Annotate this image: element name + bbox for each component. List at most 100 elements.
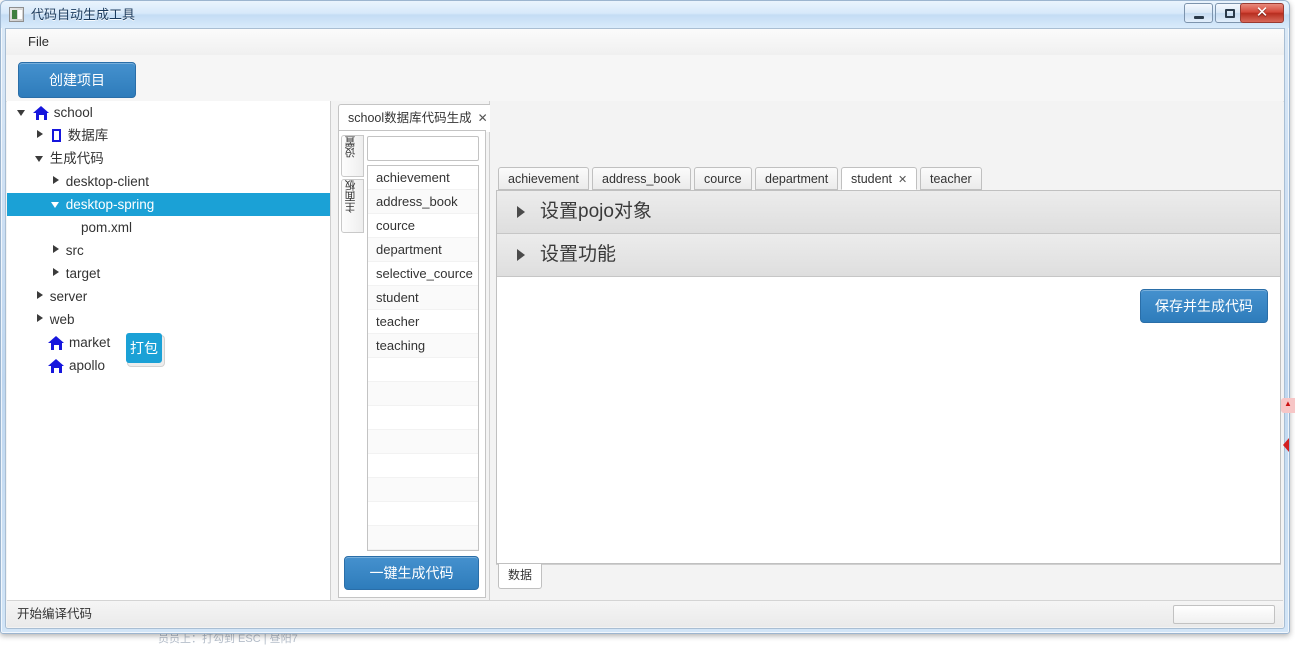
tree-item-生成代码[interactable]: 生成代码 [7, 147, 330, 170]
tree-item-server[interactable]: server [7, 285, 330, 308]
tree-item-apollo[interactable]: apollo [7, 354, 330, 377]
entity-settings-area: 设置pojo对象 设置功能 保存并生成代码 [496, 190, 1281, 564]
chevron-down-icon[interactable] [51, 199, 62, 210]
tree-item-label: school [53, 105, 93, 120]
tree-item-desktop-client[interactable]: desktop-client [7, 170, 330, 193]
create-project-button[interactable]: 创建项目 [18, 62, 136, 98]
floating-widget-arrow-icon [1283, 438, 1289, 452]
list-item[interactable]: achievement [368, 166, 478, 190]
window-title: 代码自动生成工具 [31, 7, 136, 22]
tree-item-数据库[interactable]: 数据库 [7, 124, 330, 147]
chevron-right-icon [515, 206, 528, 219]
tree-item-label: src [65, 243, 84, 258]
tab-close-icon[interactable]: ✕ [478, 105, 488, 131]
tree-item-market[interactable]: market [7, 331, 330, 354]
tab-cource[interactable]: cource [694, 167, 752, 190]
list-item[interactable]: department [368, 238, 478, 262]
tree-item-label: web [49, 312, 75, 327]
tree-item-desktop-spring[interactable]: desktop-spring [7, 193, 330, 216]
menu-item-file[interactable]: File [20, 33, 57, 51]
window-client-area: File 创建项目 school 数据库 生成代码 desktop-client… [5, 28, 1285, 629]
chevron-right-icon[interactable] [51, 245, 62, 256]
floating-widget-bubble: ▲ [1281, 398, 1295, 413]
minimize-icon [1185, 4, 1212, 22]
list-item[interactable]: student [368, 286, 478, 310]
vertical-tab-settings-label: 设置 [345, 136, 357, 158]
entity-actions-area: 保存并生成代码 [497, 277, 1280, 339]
list-item-empty [368, 502, 478, 526]
accordion-function-settings[interactable]: 设置功能 [497, 234, 1280, 277]
tab-department[interactable]: department [755, 167, 839, 190]
list-item-empty [368, 406, 478, 430]
chevron-right-icon[interactable] [51, 268, 62, 279]
save-and-generate-button[interactable]: 保存并生成代码 [1140, 289, 1268, 323]
title-bar: 代码自动生成工具 ✕ [1, 1, 1289, 28]
tree-item-school[interactable]: school [7, 101, 330, 124]
entity-tabstrip: achievement address_book cource department s… [496, 167, 1283, 191]
tab-label: teacher [930, 172, 972, 186]
tab-close-icon[interactable]: ✕ [898, 169, 907, 191]
tab-address_book[interactable]: address_book [592, 167, 691, 190]
tab-student[interactable]: student ✕ [841, 167, 918, 191]
tree-item-label: 生成代码 [49, 151, 104, 166]
tab-label: school数据库代码生成 [348, 111, 472, 125]
entity-editor-pane: achievement address_book cource department s… [490, 101, 1283, 601]
vertical-tab-settings[interactable]: 设置 [341, 135, 364, 177]
accordion-function-settings-label: 设置功能 [540, 244, 617, 265]
tree-item-label: apollo [69, 358, 106, 373]
tree-item-label: server [49, 289, 88, 304]
home-icon [48, 359, 65, 373]
chevron-right-icon[interactable] [35, 291, 46, 302]
minimize-button[interactable] [1184, 3, 1213, 23]
tab-achievement[interactable]: achievement [498, 167, 589, 190]
tree-item-label: 数据库 [67, 128, 109, 143]
list-item-empty [368, 478, 478, 502]
chevron-right-icon[interactable] [35, 314, 46, 325]
close-icon: ✕ [1255, 4, 1269, 21]
list-item-empty [368, 454, 478, 478]
list-item[interactable]: cource [368, 214, 478, 238]
list-item-empty [368, 358, 478, 382]
generate-all-code-button[interactable]: 一键生成代码 [344, 556, 479, 590]
list-item[interactable]: teaching [368, 334, 478, 358]
tab-label: cource [704, 172, 742, 186]
close-button[interactable]: ✕ [1240, 3, 1284, 23]
tab-data[interactable]: 数据 [498, 564, 543, 589]
list-item[interactable]: teacher [368, 310, 478, 334]
tab-school-db-codegen[interactable]: school数据库代码生成 ✕ [338, 104, 497, 132]
table-filter-input[interactable] [368, 137, 478, 160]
table-list[interactable]: achievement address_book cource department s… [367, 165, 479, 551]
tree-item-pomxml[interactable]: pom.xml [7, 216, 330, 239]
list-item[interactable]: address_book [368, 190, 478, 214]
accordion-pojo-settings[interactable]: 设置pojo对象 [497, 191, 1280, 234]
floating-widget[interactable]: ▲ [1281, 398, 1295, 452]
tree-item-src[interactable]: src [7, 239, 330, 262]
home-icon [48, 336, 65, 350]
chevron-down-icon[interactable] [35, 153, 46, 164]
chevron-right-icon [515, 249, 528, 262]
list-item-empty [368, 550, 478, 551]
tree-item-web[interactable]: web [7, 308, 330, 331]
status-progress-bar [1173, 605, 1275, 624]
table-filter-field[interactable] [367, 136, 479, 161]
database-tabstrip: school数据库代码生成 ✕ [331, 101, 497, 132]
chevron-down-icon[interactable] [17, 107, 28, 118]
chevron-right-icon[interactable] [35, 130, 46, 141]
accordion-pojo-settings-label: 设置pojo对象 [540, 201, 652, 222]
tree-item-target[interactable]: target [7, 262, 330, 285]
app-icon [9, 7, 24, 22]
toolbar: 创建项目 [6, 55, 1284, 102]
status-bar: 开始编译代码 [7, 600, 1283, 627]
package-tooltip: 打包 [126, 333, 162, 363]
vertical-tab-main-panel[interactable]: 主面板 [341, 179, 364, 233]
tab-label: department [765, 172, 829, 186]
list-item-empty [368, 430, 478, 454]
project-tree-pane[interactable]: school 数据库 生成代码 desktop-client desktop-s… [7, 101, 331, 601]
chevron-right-icon[interactable] [51, 176, 62, 187]
status-message: 开始编译代码 [17, 607, 93, 621]
tree-item-label: target [65, 266, 101, 281]
tab-teacher[interactable]: teacher [920, 167, 982, 190]
tree-item-label: pom.xml [81, 220, 133, 235]
tree-item-label: desktop-client [65, 174, 150, 189]
list-item[interactable]: selective_cource [368, 262, 478, 286]
